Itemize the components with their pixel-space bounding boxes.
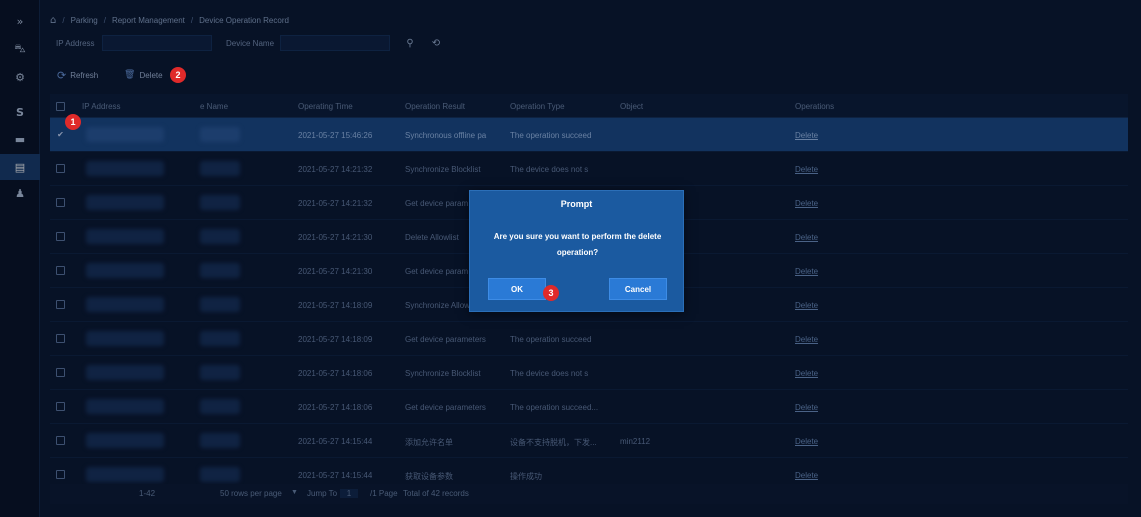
step-marker-1: 1 <box>65 114 81 130</box>
dialog-title: Prompt <box>560 199 593 209</box>
step-marker-2: 2 <box>170 67 186 83</box>
ok-button[interactable]: OK <box>488 278 546 300</box>
step-marker-3: 3 <box>543 285 559 301</box>
dialog-message: Are you sure you want to perform the del… <box>493 232 662 257</box>
cancel-button[interactable]: Cancel <box>609 278 667 300</box>
confirm-dialog: Prompt Are you sure you want to perform … <box>469 190 684 312</box>
